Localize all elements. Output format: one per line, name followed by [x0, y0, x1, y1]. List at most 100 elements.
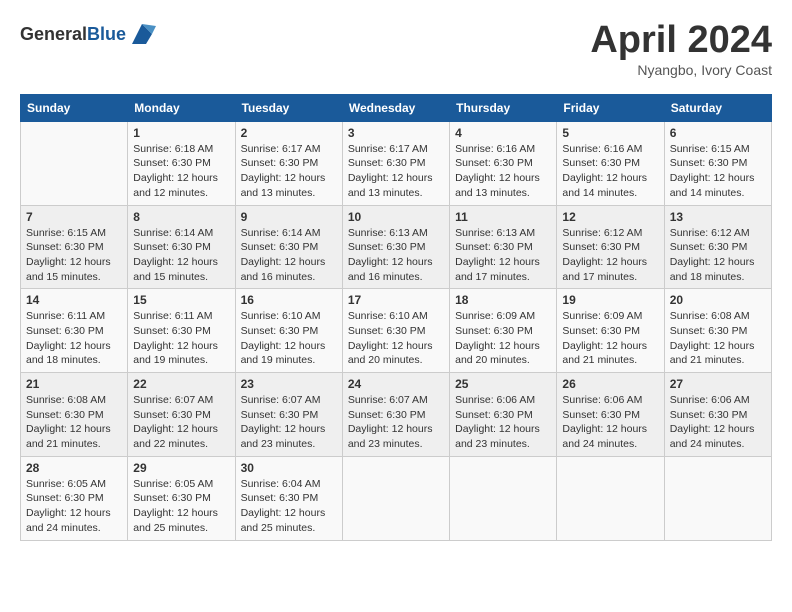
day-info: Sunrise: 6:10 AM Sunset: 6:30 PM Dayligh… [348, 309, 444, 368]
day-info: Sunrise: 6:04 AM Sunset: 6:30 PM Dayligh… [241, 477, 337, 536]
calendar-week-row: 21Sunrise: 6:08 AM Sunset: 6:30 PM Dayli… [21, 373, 772, 457]
calendar-week-row: 7Sunrise: 6:15 AM Sunset: 6:30 PM Daylig… [21, 205, 772, 289]
calendar-cell: 23Sunrise: 6:07 AM Sunset: 6:30 PM Dayli… [235, 373, 342, 457]
calendar-cell: 29 Sunrise: 6:05 AM Sunset: 6:30 PM Dayli… [128, 456, 235, 540]
day-info: Sunrise: 6:17 AM Sunset: 6:30 PM Dayligh… [241, 142, 337, 201]
day-info: Sunrise: 6:13 AM Sunset: 6:30 PM Dayligh… [455, 226, 551, 285]
calendar-cell: 13 Sunrise: 6:12 AM Sunset: 6:30 PM Dayli… [664, 205, 771, 289]
logo: GeneralBlue [20, 20, 156, 48]
calendar-cell: 9Sunrise: 6:14 AM Sunset: 6:30 PM Daylig… [235, 205, 342, 289]
calendar-cell: 17 Sunrise: 6:10 AM Sunset: 6:30 PM Dayli… [342, 289, 449, 373]
calendar-cell: 8Sunrise: 6:14 AM Sunset: 6:30 PM Daylig… [128, 205, 235, 289]
day-info: Sunrise: 6:06 AM Sunset: 6:30 PM Dayligh… [670, 393, 766, 452]
logo-icon [128, 20, 156, 48]
weekday-header: Saturday [664, 94, 771, 121]
weekday-header: Sunday [21, 94, 128, 121]
calendar-week-row: 1 Sunrise: 6:18 AM Sunset: 6:30 PM Daylig… [21, 121, 772, 205]
day-info: Sunrise: 6:11 AM Sunset: 6:30 PM Dayligh… [133, 309, 229, 368]
calendar-cell [21, 121, 128, 205]
calendar-cell: 12 Sunrise: 6:12 AM Sunset: 6:30 PM Dayli… [557, 205, 664, 289]
calendar-cell: 5 Sunrise: 6:16 AM Sunset: 6:30 PM Daylig… [557, 121, 664, 205]
day-number: 10 [348, 210, 444, 224]
day-number: 22 [133, 377, 229, 391]
day-number: 1 [133, 126, 229, 140]
calendar-cell: 6 Sunrise: 6:15 AM Sunset: 6:30 PM Daylig… [664, 121, 771, 205]
calendar-cell: 25 Sunrise: 6:06 AM Sunset: 6:30 PM Dayli… [450, 373, 557, 457]
calendar-cell: 26 Sunrise: 6:06 AM Sunset: 6:30 PM Dayli… [557, 373, 664, 457]
calendar-cell: 19Sunrise: 6:09 AM Sunset: 6:30 PM Dayli… [557, 289, 664, 373]
calendar-cell: 18 Sunrise: 6:09 AM Sunset: 6:30 PM Dayli… [450, 289, 557, 373]
day-number: 4 [455, 126, 551, 140]
calendar-cell [342, 456, 449, 540]
calendar-week-row: 28 Sunrise: 6:05 AM Sunset: 6:30 PM Dayli… [21, 456, 772, 540]
day-info: Sunrise: 6:06 AM Sunset: 6:30 PM Dayligh… [562, 393, 658, 452]
calendar-table: SundayMondayTuesdayWednesdayThursdayFrid… [20, 94, 772, 541]
calendar-cell: 11 Sunrise: 6:13 AM Sunset: 6:30 PM Dayli… [450, 205, 557, 289]
day-number: 12 [562, 210, 658, 224]
day-number: 14 [26, 293, 122, 307]
calendar-cell: 2 Sunrise: 6:17 AM Sunset: 6:30 PM Daylig… [235, 121, 342, 205]
day-info: Sunrise: 6:12 AM Sunset: 6:30 PM Dayligh… [670, 226, 766, 285]
day-number: 17 [348, 293, 444, 307]
title-block: April 2024 Nyangbo, Ivory Coast [590, 20, 772, 78]
day-info: Sunrise: 6:05 AM Sunset: 6:30 PM Dayligh… [133, 477, 229, 536]
day-info: Sunrise: 6:18 AM Sunset: 6:30 PM Dayligh… [133, 142, 229, 201]
calendar-cell: 15 Sunrise: 6:11 AM Sunset: 6:30 PM Dayli… [128, 289, 235, 373]
calendar-cell: 28 Sunrise: 6:05 AM Sunset: 6:30 PM Dayli… [21, 456, 128, 540]
location-subtitle: Nyangbo, Ivory Coast [590, 62, 772, 78]
day-info: Sunrise: 6:08 AM Sunset: 6:30 PM Dayligh… [26, 393, 122, 452]
day-number: 7 [26, 210, 122, 224]
calendar-cell: 4Sunrise: 6:16 AM Sunset: 6:30 PM Daylig… [450, 121, 557, 205]
day-info: Sunrise: 6:08 AM Sunset: 6:30 PM Dayligh… [670, 309, 766, 368]
calendar-cell: 16 Sunrise: 6:10 AM Sunset: 6:30 PM Dayli… [235, 289, 342, 373]
calendar-cell: 3 Sunrise: 6:17 AM Sunset: 6:30 PM Daylig… [342, 121, 449, 205]
day-number: 13 [670, 210, 766, 224]
day-number: 19 [562, 293, 658, 307]
weekday-header: Friday [557, 94, 664, 121]
calendar-cell: 21Sunrise: 6:08 AM Sunset: 6:30 PM Dayli… [21, 373, 128, 457]
day-info: Sunrise: 6:10 AM Sunset: 6:30 PM Dayligh… [241, 309, 337, 368]
calendar-cell: 24Sunrise: 6:07 AM Sunset: 6:30 PM Dayli… [342, 373, 449, 457]
day-number: 6 [670, 126, 766, 140]
calendar-cell [557, 456, 664, 540]
weekday-header: Thursday [450, 94, 557, 121]
calendar-cell: 20Sunrise: 6:08 AM Sunset: 6:30 PM Dayli… [664, 289, 771, 373]
calendar-cell: 1 Sunrise: 6:18 AM Sunset: 6:30 PM Daylig… [128, 121, 235, 205]
day-info: Sunrise: 6:17 AM Sunset: 6:30 PM Dayligh… [348, 142, 444, 201]
calendar-cell: 14 Sunrise: 6:11 AM Sunset: 6:30 PM Dayli… [21, 289, 128, 373]
logo-general: General [20, 24, 87, 44]
calendar-cell: 7Sunrise: 6:15 AM Sunset: 6:30 PM Daylig… [21, 205, 128, 289]
day-number: 23 [241, 377, 337, 391]
day-info: Sunrise: 6:16 AM Sunset: 6:30 PM Dayligh… [562, 142, 658, 201]
calendar-cell [450, 456, 557, 540]
day-info: Sunrise: 6:06 AM Sunset: 6:30 PM Dayligh… [455, 393, 551, 452]
calendar-header-row: SundayMondayTuesdayWednesdayThursdayFrid… [21, 94, 772, 121]
day-number: 2 [241, 126, 337, 140]
page-header: GeneralBlue April 2024 Nyangbo, Ivory Co… [20, 20, 772, 78]
day-number: 16 [241, 293, 337, 307]
day-number: 11 [455, 210, 551, 224]
day-number: 26 [562, 377, 658, 391]
day-info: Sunrise: 6:09 AM Sunset: 6:30 PM Dayligh… [455, 309, 551, 368]
calendar-cell: 27 Sunrise: 6:06 AM Sunset: 6:30 PM Dayli… [664, 373, 771, 457]
day-number: 28 [26, 461, 122, 475]
month-title: April 2024 [590, 20, 772, 62]
day-number: 29 [133, 461, 229, 475]
day-info: Sunrise: 6:12 AM Sunset: 6:30 PM Dayligh… [562, 226, 658, 285]
day-number: 15 [133, 293, 229, 307]
day-number: 18 [455, 293, 551, 307]
day-info: Sunrise: 6:07 AM Sunset: 6:30 PM Dayligh… [348, 393, 444, 452]
calendar-week-row: 14 Sunrise: 6:11 AM Sunset: 6:30 PM Dayli… [21, 289, 772, 373]
day-info: Sunrise: 6:11 AM Sunset: 6:30 PM Dayligh… [26, 309, 122, 368]
day-number: 27 [670, 377, 766, 391]
day-number: 5 [562, 126, 658, 140]
day-number: 9 [241, 210, 337, 224]
calendar-cell: 30 Sunrise: 6:04 AM Sunset: 6:30 PM Dayli… [235, 456, 342, 540]
day-number: 30 [241, 461, 337, 475]
day-number: 3 [348, 126, 444, 140]
day-info: Sunrise: 6:05 AM Sunset: 6:30 PM Dayligh… [26, 477, 122, 536]
day-info: Sunrise: 6:15 AM Sunset: 6:30 PM Dayligh… [670, 142, 766, 201]
logo-blue: Blue [87, 24, 126, 44]
day-info: Sunrise: 6:13 AM Sunset: 6:30 PM Dayligh… [348, 226, 444, 285]
day-number: 25 [455, 377, 551, 391]
